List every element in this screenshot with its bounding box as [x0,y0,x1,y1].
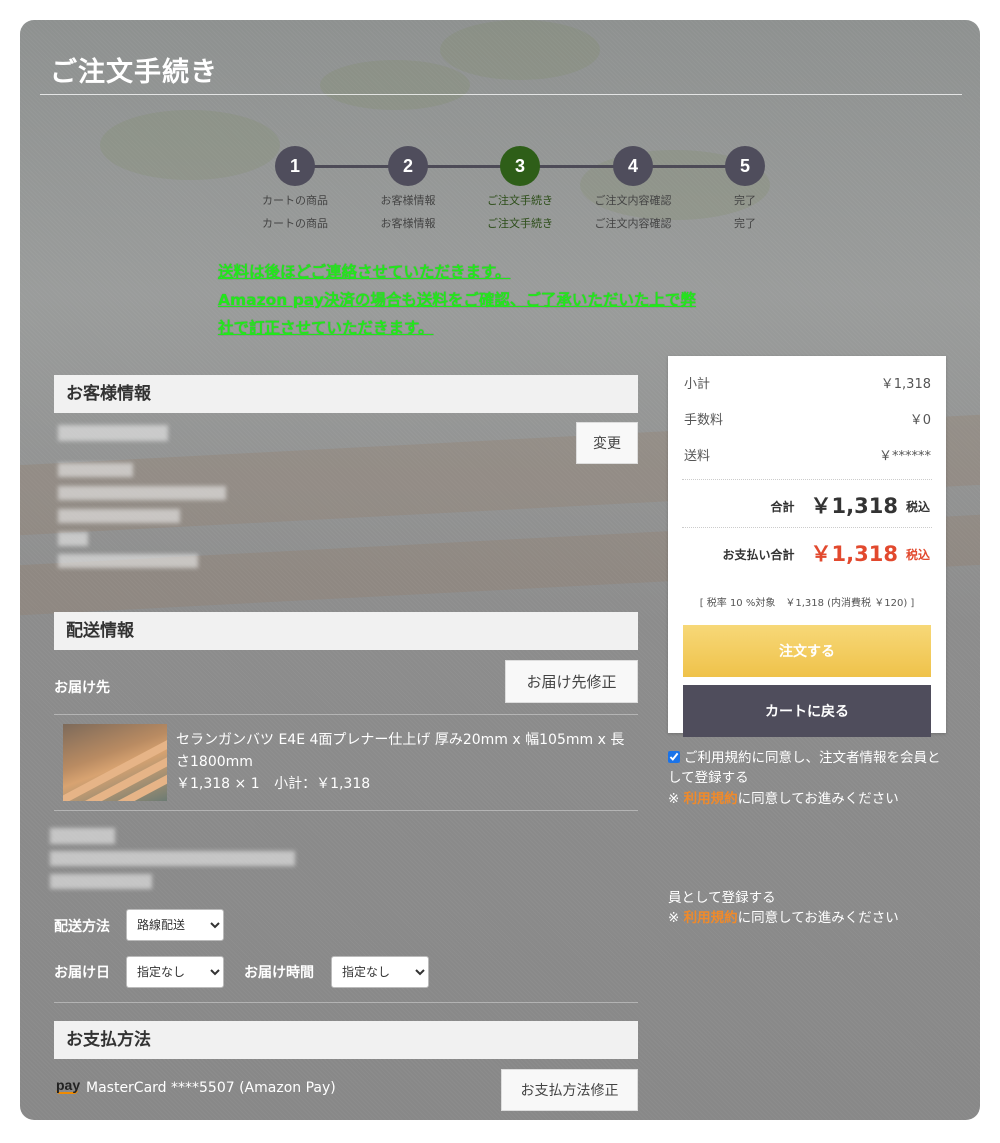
divider [54,714,638,715]
fee-value: ￥0 [909,413,931,428]
redacted-text [58,532,88,546]
shipping-method-select[interactable]: 路線配送 [126,909,224,941]
notice-line: 送料は後ほどご連絡させていただきます。 [218,263,511,281]
step-label: ご注文内容確認 [594,217,672,230]
step-number: 5 [725,146,765,186]
summary-divider [682,479,932,480]
summary-fee-row: 手数料 ￥0 [684,409,931,428]
tax-note: [ 税率 10 %対象 ￥1,318 (内消費税 ￥120) ] [699,598,915,609]
step-label: ご注文手続き [487,194,553,207]
customer-change-button[interactable]: 変更 [576,422,638,464]
payment-total-tax-label: 税込 [905,548,930,562]
terms-link[interactable]: 利用規約 [684,910,738,926]
amazon-pay-logo-text: pay [56,1077,81,1093]
product-subtotal: 小計：￥1,318 [274,776,371,792]
page-frame: ご注文手続き 1 カートの商品 カートの商品 2 お客様情報 お客様情報 3 ご… [20,20,980,1120]
background-leaf [320,60,470,110]
step-3: 3 ご注文手続き ご注文手続き [465,146,575,235]
delivery-info-header: 配送情報 [54,612,638,650]
terms-note-prefix: ※ [668,791,684,807]
terms-note: ※ 利用規約に同意してお進みください [668,789,953,809]
delivery-time-select[interactable]: 指定なし [331,956,429,988]
terms-note-suffix: に同意してお進みください [737,910,899,926]
redacted-text [58,463,133,477]
amazon-pay-icon: pay [56,1077,80,1094]
step-number: 3 [500,146,540,186]
title-divider [40,94,962,95]
payment-total-row: お支払い合計 ￥1,318 税込 [723,538,930,568]
page-title: ご注文手続き [50,57,218,88]
summary-shipping-row: 送料 ￥****** [684,445,931,464]
step-number: 4 [613,146,653,186]
background-leaf [440,20,600,80]
step-5: 5 完了 完了 [690,146,800,235]
total-value: ￥1,318 [810,494,898,518]
edit-destination-button[interactable]: お届け先修正 [505,660,638,703]
step-label: 完了 [734,194,756,207]
delivery-time-label: お届け時間 [244,965,314,981]
shipping-label: 送料 [684,449,711,464]
redacted-text [58,509,180,523]
redacted-text [58,425,168,441]
delivery-date-select[interactable]: 指定なし [126,956,224,988]
step-label: お客様情報 [380,194,436,207]
terms-note-duplicate: ※ 利用規約に同意してお進みください [668,908,953,928]
subtotal-label: 小計 [684,377,711,392]
summary-total-row: 合計 ￥1,318 税込 [771,490,930,520]
agreement-ghost-text: 員として登録する [668,890,776,906]
payment-method-text: MasterCard ****5507 (Amazon Pay) [86,1080,336,1096]
shipping-method-label: 配送方法 [54,919,110,935]
edit-payment-button[interactable]: お支払方法修正 [501,1069,638,1111]
subtotal-value: ￥1,318 [880,377,931,392]
summary-subtotal-row: 小計 ￥1,318 [684,373,931,392]
terms-note-suffix: に同意してお進みください [737,791,899,807]
checkout-steps: 1 カートの商品 カートの商品 2 お客様情報 お客様情報 3 ご注文手続き ご… [230,146,770,256]
divider [54,810,638,811]
step-number: 2 [388,146,428,186]
notice-line: 社で訂正させていただきます。 [218,319,434,337]
step-label: ご注文手続き [487,217,553,230]
agreement-checkbox[interactable] [668,751,680,763]
redacted-text [58,486,226,500]
payment-total-value: ￥1,318 [810,542,898,566]
step-2: 2 お客様情報 お客様情報 [353,146,463,235]
price-quantity: ￥1,318 × 1 [176,776,260,792]
step-label: 完了 [734,217,756,230]
back-to-cart-button[interactable]: カートに戻る [683,685,931,737]
redacted-text [50,851,295,866]
fee-label: 手数料 [684,413,724,428]
agreement-text[interactable]: ご利用規約に同意し、注文者情報を会員として登録する [668,750,941,786]
destination-label: お届け先 [54,680,110,696]
step-label: カートの商品 [262,194,328,207]
step-label: お客様情報 [380,217,436,230]
total-tax-label: 税込 [905,500,930,514]
order-summary: 小計 ￥1,318 手数料 ￥0 送料 ￥****** 合計 ￥1,318 税込 お… [668,356,946,737]
redacted-text [50,874,152,889]
customer-info-header: お客様情報 [54,375,638,413]
delivery-date-label: お届け日 [54,965,110,981]
step-4: 4 ご注文内容確認 ご注文内容確認 [578,146,688,235]
shipping-notice[interactable]: 送料は後ほどご連絡させていただきます。 Amazon pay決済の場合も送料をご… [218,258,788,342]
summary-divider [682,527,932,528]
notice-line: Amazon pay決済の場合も送料をご確認、ご了承いただいた上で弊 [218,291,696,309]
agreement-ghost-fragment [668,876,953,886]
product-price: ￥1,318 × 1 小計：￥1,318 [176,773,370,793]
step-1: 1 カートの商品 カートの商品 [240,146,350,235]
redacted-text [50,828,115,844]
step-label: カートの商品 [262,217,328,230]
total-label: 合計 [770,500,795,514]
terms-link[interactable]: 利用規約 [684,791,738,807]
step-number: 1 [275,146,315,186]
shipping-value: ￥****** [878,449,931,464]
terms-note-prefix: ※ [668,910,684,926]
product-image[interactable] [63,724,167,801]
redacted-text [58,554,198,568]
payment-method-header: お支払方法 [54,1021,638,1059]
divider [54,1002,638,1003]
place-order-button[interactable]: 注文する [683,625,931,677]
product-name[interactable]: セランガンバツ E4E 4面プレナー仕上げ 厚み20mm x 幅105mm x … [176,729,636,773]
step-label: ご注文内容確認 [594,194,672,207]
agreement-section: ご利用規約に同意し、注文者情報を会員として登録する [668,748,953,788]
payment-total-label: お支払い合計 [722,548,795,562]
